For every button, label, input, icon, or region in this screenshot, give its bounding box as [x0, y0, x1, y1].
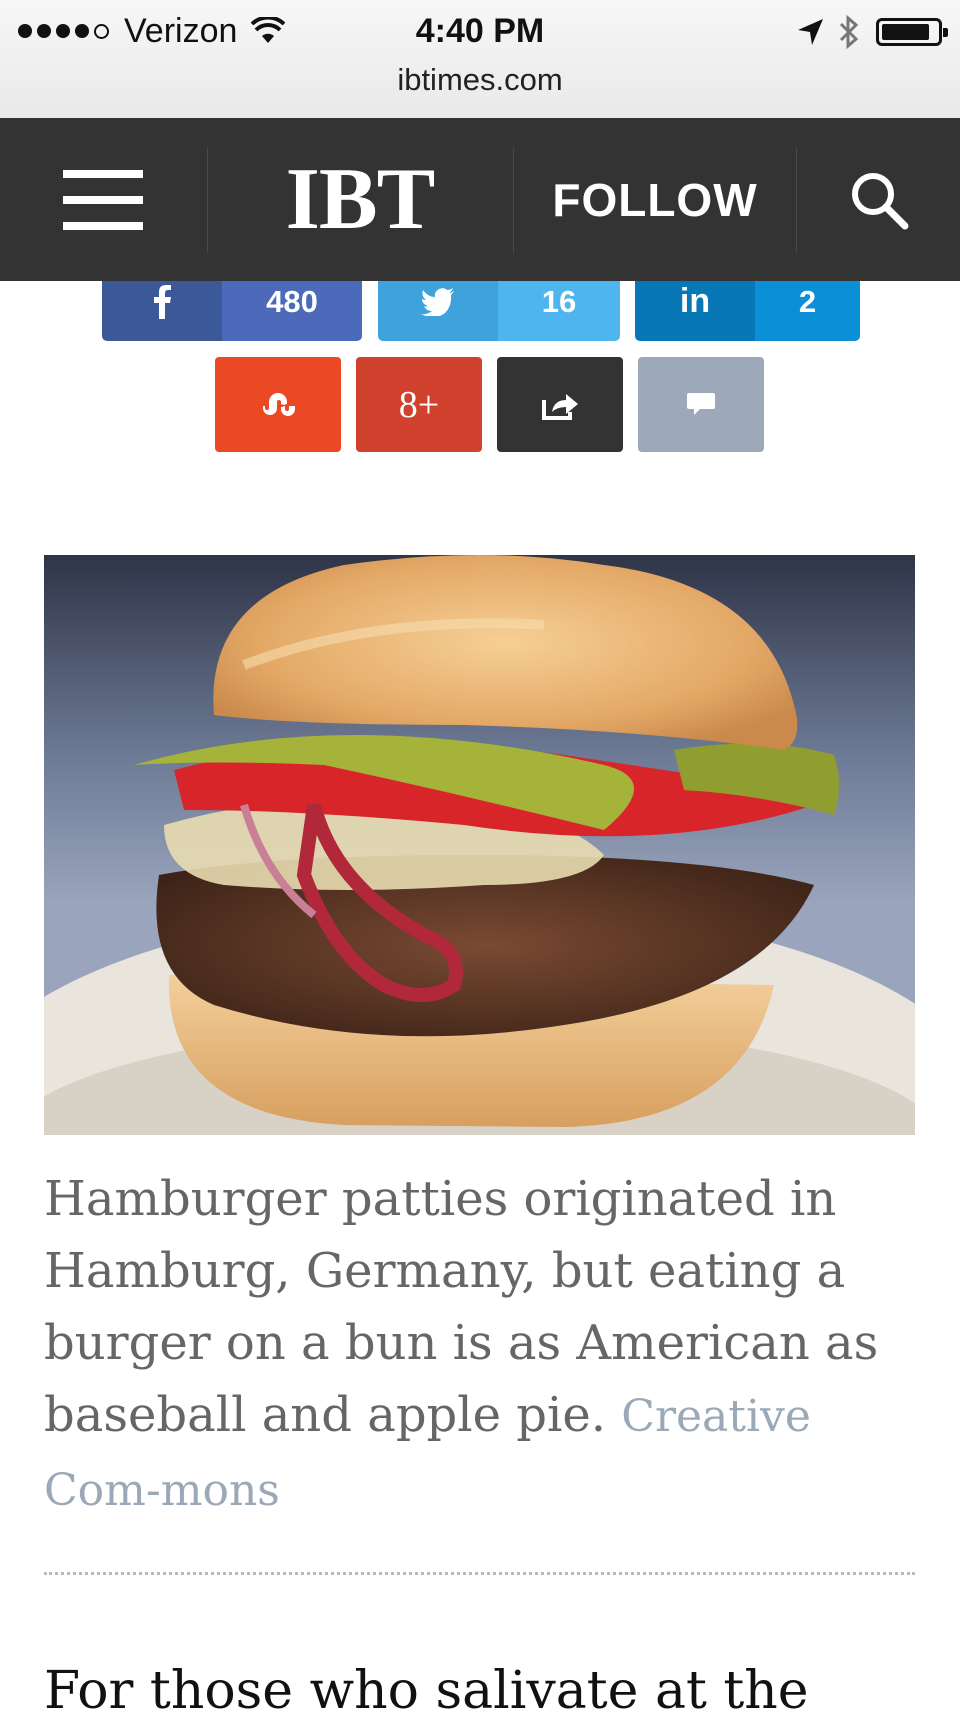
stumbleupon-icon	[263, 392, 295, 416]
status-bar: Verizon 4:40 PM ibtimes.com	[0, 0, 960, 118]
section-divider	[44, 1572, 915, 1575]
status-icons	[782, 12, 948, 52]
follow-button[interactable]: FOLLOW	[514, 118, 796, 281]
googleplus-share-button[interactable]: 8+	[356, 357, 482, 452]
address-bar-url[interactable]: ibtimes.com	[0, 58, 960, 102]
ibt-logo[interactable]: IBT	[208, 118, 512, 281]
location-arrow-icon	[798, 19, 823, 45]
image-caption: Hamburger patties originated in Hamburg,…	[44, 1163, 920, 1527]
search-icon	[851, 172, 908, 229]
logo-text: IBT	[285, 151, 436, 248]
follow-label: FOLLOW	[552, 173, 758, 226]
article-body-start: For those who salivate at the	[44, 1661, 809, 1721]
stumbleupon-share-button[interactable]	[215, 357, 341, 452]
hamburger-photo	[44, 555, 915, 1135]
comment-icon	[687, 392, 715, 415]
google-plus-icon: 8+	[398, 383, 440, 426]
comment-button[interactable]	[638, 357, 764, 452]
hamburger-menu-icon	[63, 169, 143, 230]
menu-button[interactable]	[0, 118, 206, 281]
share-button[interactable]	[497, 357, 623, 452]
bluetooth-icon	[839, 14, 859, 50]
battery-icon	[876, 18, 948, 46]
site-header: IBT FOLLOW	[0, 118, 960, 281]
search-button[interactable]	[797, 118, 960, 281]
share-icon	[542, 393, 578, 420]
